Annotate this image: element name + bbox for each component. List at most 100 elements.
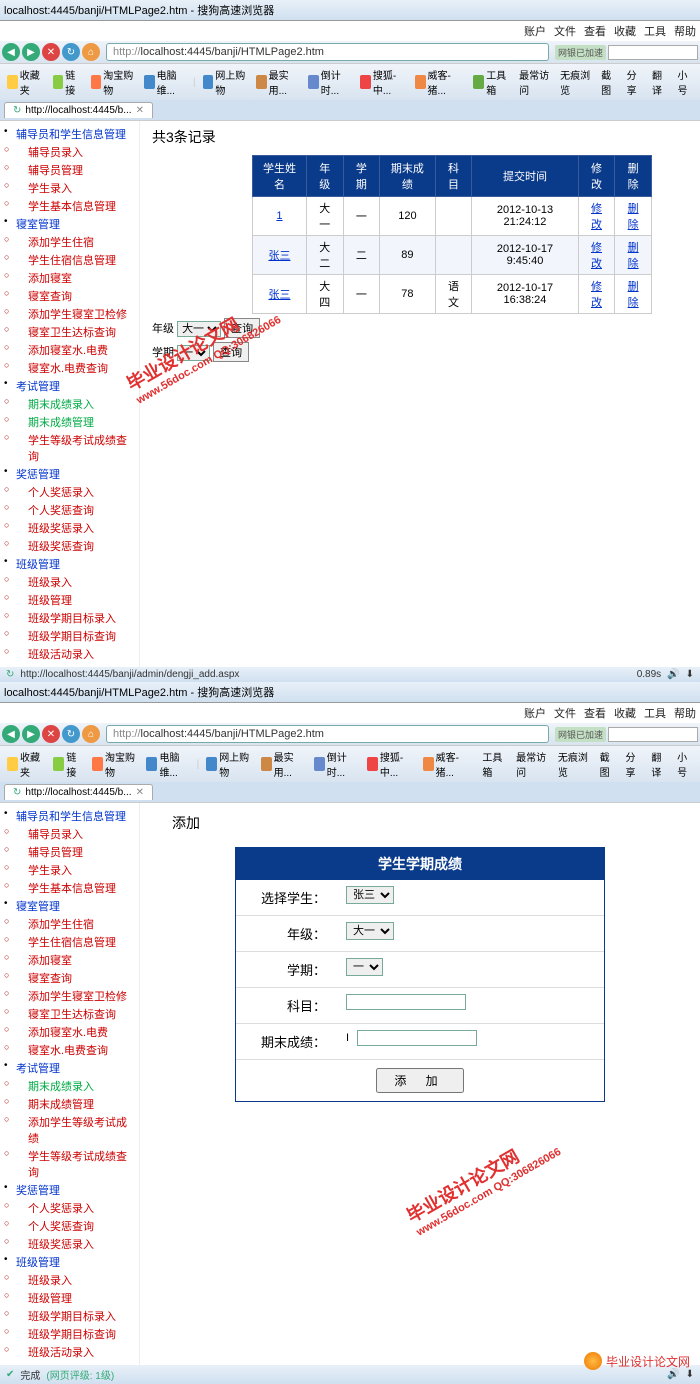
stop-icon[interactable]: ✕ xyxy=(42,43,60,61)
delete-link[interactable]: 删除 xyxy=(615,236,652,275)
tree-item[interactable]: 学生等级考试成绩查询 xyxy=(2,431,137,465)
menu-file-2[interactable]: 文件 xyxy=(554,705,576,721)
tree-group[interactable]: 寝室管理 xyxy=(2,215,137,233)
menu-tools-2[interactable]: 工具 xyxy=(644,705,666,721)
close-tab-icon[interactable]: ✕ xyxy=(136,105,144,116)
tb-link[interactable]: 链接 xyxy=(50,66,84,98)
tree-item[interactable]: 期末成绩录入 xyxy=(2,395,137,413)
tree-group[interactable]: 奖惩管理 xyxy=(2,1181,137,1199)
tb-pc[interactable]: 电脑维... xyxy=(141,66,189,98)
tb-translate[interactable]: 翻译 xyxy=(649,66,670,98)
tree-group[interactable]: 奖惩管理 xyxy=(2,465,137,483)
tb-translate-2[interactable]: 翻译 xyxy=(648,748,670,780)
tree-group[interactable]: 寝室管理 xyxy=(2,897,137,915)
menu-view[interactable]: 查看 xyxy=(584,23,606,39)
select-grade[interactable]: 大一 xyxy=(177,321,221,337)
tb-taobao[interactable]: 淘宝购物 xyxy=(88,66,137,98)
tree-group[interactable]: 考试管理 xyxy=(2,1059,137,1077)
tb-countdown[interactable]: 倒计时... xyxy=(305,66,353,98)
tree-item[interactable]: 添加寝室 xyxy=(2,269,137,287)
tab-page[interactable]: ↻ http://localhost:4445/b... ✕ xyxy=(4,102,153,118)
edit-link[interactable]: 修改 xyxy=(578,236,615,275)
tree-item[interactable]: 期末成绩管理 xyxy=(2,1095,137,1113)
tb-fav-2[interactable]: 收藏夹 xyxy=(4,748,46,780)
tree-item[interactable]: 班级学期目标录入 xyxy=(2,609,137,627)
tb-useful-2[interactable]: 最实用... xyxy=(258,748,307,780)
stop-icon-2[interactable]: ✕ xyxy=(42,725,60,743)
tree-group[interactable]: 班级管理 xyxy=(2,1253,137,1271)
tree-group[interactable]: 考试管理 xyxy=(2,377,137,395)
speaker-icon-2[interactable]: 🔊 xyxy=(667,1369,679,1380)
menu-fav-2[interactable]: 收藏 xyxy=(614,705,636,721)
refresh-icon[interactable]: ↻ xyxy=(62,43,80,61)
tree-item[interactable]: 期末成绩管理 xyxy=(2,413,137,431)
tree-item[interactable]: 添加学生住宿 xyxy=(2,915,137,933)
edit-link[interactable]: 修改 xyxy=(578,197,615,236)
tb-incognito-2[interactable]: 无痕浏览 xyxy=(555,748,593,780)
tree-item[interactable]: 个人奖惩查询 xyxy=(2,501,137,519)
tb-incognito[interactable]: 无痕浏览 xyxy=(557,66,594,98)
tb-countdown-2[interactable]: 倒计时... xyxy=(311,748,360,780)
menu-view-2[interactable]: 查看 xyxy=(584,705,606,721)
tb-screenshot[interactable]: 截图 xyxy=(598,66,619,98)
tb-taobao-2[interactable]: 淘宝购物 xyxy=(89,748,139,780)
tree-item[interactable]: 寝室水.电费查询 xyxy=(2,1041,137,1059)
tb-weike-2[interactable]: 威客-猪... xyxy=(420,748,472,780)
tree-item[interactable]: 添加学生寝室卫检修 xyxy=(2,987,137,1005)
tree-item[interactable]: 班级管理 xyxy=(2,591,137,609)
tree-item[interactable]: 寝室查询 xyxy=(2,969,137,987)
home-icon[interactable]: ⌂ xyxy=(82,43,100,61)
tb-share[interactable]: 分享 xyxy=(624,66,645,98)
forward-icon[interactable]: ▶ xyxy=(22,43,40,61)
speaker-icon[interactable]: 🔊 xyxy=(667,669,679,680)
tree-item[interactable]: 个人奖惩录入 xyxy=(2,483,137,501)
tree-item[interactable]: 添加学生住宿 xyxy=(2,233,137,251)
menu-fav[interactable]: 收藏 xyxy=(614,23,636,39)
menu-tools[interactable]: 工具 xyxy=(644,23,666,39)
tree-item[interactable]: 学生录入 xyxy=(2,179,137,197)
tb-toolbox[interactable]: 工具箱 xyxy=(470,66,512,98)
tree-item[interactable]: 辅导员录入 xyxy=(2,825,137,843)
tb-screenshot-2[interactable]: 截图 xyxy=(597,748,619,780)
select-term[interactable]: 一 xyxy=(177,345,210,361)
tree-item[interactable]: 学生录入 xyxy=(2,861,137,879)
tb-share-2[interactable]: 分享 xyxy=(622,748,644,780)
tb-mini-2[interactable]: 小号 xyxy=(674,748,696,780)
tree-item[interactable]: 学生等级考试成绩查询 xyxy=(2,1147,137,1181)
select-term-2[interactable]: 一 xyxy=(346,958,383,976)
btn-query-grade[interactable]: 查询 xyxy=(224,318,260,338)
tree-item[interactable]: 寝室卫生达标查询 xyxy=(2,1005,137,1023)
tb-shop-2[interactable]: 网上购物 xyxy=(203,748,253,780)
edit-link[interactable]: 修改 xyxy=(578,275,615,314)
refresh-tab-icon[interactable]: ↻ xyxy=(13,105,21,116)
tab-page-2[interactable]: ↻ http://localhost:4445/b... ✕ xyxy=(4,784,153,800)
refresh-icon-2[interactable]: ↻ xyxy=(62,725,80,743)
tree-item[interactable]: 班级活动录入 xyxy=(2,1343,137,1361)
btn-query-term[interactable]: 查询 xyxy=(213,342,249,362)
tree-item[interactable]: 添加寝室水.电费 xyxy=(2,341,137,359)
tb-pc-2[interactable]: 电脑维... xyxy=(143,748,192,780)
tree-item[interactable]: 班级录入 xyxy=(2,1271,137,1289)
tree-item[interactable]: 添加寝室水.电费 xyxy=(2,1023,137,1041)
url-input-2[interactable]: http://localhost:4445/banji/HTMLPage2.ht… xyxy=(106,725,549,743)
tree-group[interactable]: 班级管理 xyxy=(2,555,137,573)
tb-sohu-2[interactable]: 搜狐-中... xyxy=(364,748,416,780)
tree-item[interactable]: 学生基本信息管理 xyxy=(2,197,137,215)
tree-item[interactable]: 寝室水.电费查询 xyxy=(2,359,137,377)
tree-item[interactable]: 寝室卫生达标查询 xyxy=(2,323,137,341)
select-student[interactable]: 张三 xyxy=(346,886,394,904)
select-grade-2[interactable]: 大一 xyxy=(346,922,394,940)
tb-mostvisit-2[interactable]: 最常访问 xyxy=(513,748,551,780)
download-icon-2[interactable]: ⬇ xyxy=(686,1369,694,1380)
tree-item[interactable]: 添加寝室 xyxy=(2,951,137,969)
delete-link[interactable]: 删除 xyxy=(615,275,652,314)
url-input[interactable]: http://localhost:4445/banji/HTMLPage2.ht… xyxy=(106,43,549,61)
tree-item[interactable]: 寝室查询 xyxy=(2,287,137,305)
tree-group[interactable]: 辅导员和学生信息管理 xyxy=(2,125,137,143)
input-score[interactable] xyxy=(357,1030,477,1046)
back-icon[interactable]: ◀ xyxy=(2,43,20,61)
tb-sohu[interactable]: 搜狐-中... xyxy=(357,66,408,98)
tree-item[interactable]: 辅导员管理 xyxy=(2,161,137,179)
menu-help[interactable]: 帮助 xyxy=(674,23,696,39)
tree-item[interactable]: 班级奖惩录入 xyxy=(2,1235,137,1253)
